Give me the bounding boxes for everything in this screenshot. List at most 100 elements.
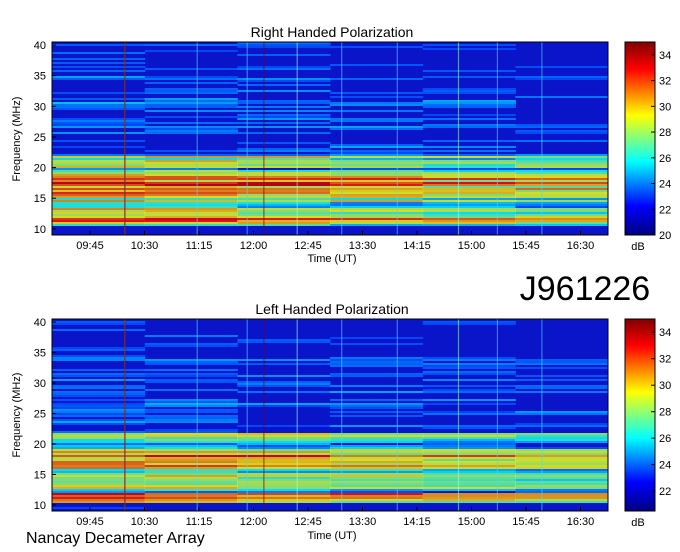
spectrogram-band	[144, 343, 238, 345]
spectrogram-band	[144, 399, 238, 401]
colorbar-tick-label: 28	[659, 127, 671, 139]
spectrogram-band	[422, 204, 516, 206]
spectrogram-band	[237, 493, 331, 495]
spectrogram-band	[144, 100, 238, 102]
spectrogram-band	[144, 90, 238, 92]
interference-line	[541, 42, 543, 235]
spectrogram-band	[237, 78, 331, 80]
spectrogram-band	[237, 391, 331, 393]
spectrogram-band	[515, 361, 609, 363]
colorbar-left	[624, 318, 656, 512]
spectrogram-band	[330, 214, 424, 216]
spectrogram-band	[422, 44, 516, 46]
spectrogram-band	[330, 210, 424, 212]
spectrogram-band	[52, 222, 146, 224]
spectrogram-band	[330, 168, 424, 170]
spectrogram-band	[330, 178, 424, 180]
spectrogram-band	[237, 453, 331, 455]
spectrogram-band	[422, 485, 516, 487]
spectrogram-band	[52, 126, 146, 128]
spectrogram-band	[515, 435, 609, 437]
spectrogram-band	[144, 150, 238, 152]
spectrogram-band	[144, 345, 238, 347]
spectrogram-band	[52, 449, 146, 451]
y-tick-label: 30	[34, 101, 46, 113]
spectrogram-band	[422, 100, 516, 102]
spectrogram-band	[237, 44, 331, 46]
spectrogram-band	[52, 214, 146, 216]
x-axis-label-right: Time (UT)	[307, 253, 356, 265]
chart-title-left: Left Handed Polarization	[255, 301, 408, 317]
spectrogram-band	[52, 164, 146, 166]
spectrogram-band	[422, 220, 516, 222]
spectrogram-band	[330, 487, 424, 489]
spectrogram-band	[52, 168, 146, 170]
spectrogram-band	[52, 411, 146, 413]
spectrogram-band	[144, 401, 238, 403]
y-tick-label: 40	[34, 317, 46, 329]
spectrogram-band	[52, 76, 146, 78]
spectrogram-band	[422, 493, 516, 495]
spectrogram-band	[52, 182, 146, 184]
colorbar-right	[624, 41, 656, 236]
spectrogram-band	[330, 373, 424, 375]
spectrogram-band	[237, 491, 331, 493]
spectrogram-band	[237, 212, 331, 214]
spectrogram-band	[515, 220, 609, 222]
spectrogram-band	[237, 80, 331, 82]
spectrogram-band	[237, 202, 331, 204]
spectrogram-band	[330, 477, 424, 479]
spectrogram-band	[330, 46, 424, 48]
spectrogram-band	[144, 208, 238, 210]
spectrogram-band	[52, 463, 146, 465]
spectrogram-band	[237, 204, 331, 206]
spectrogram-band	[330, 120, 424, 122]
spectrogram-band	[422, 70, 516, 72]
spectrogram-band	[330, 481, 424, 483]
spectrogram-band	[52, 156, 146, 158]
spectrogram-band	[237, 142, 331, 144]
spectrogram-band	[144, 160, 238, 162]
spectrogram-band	[237, 126, 331, 128]
spectrogram-band	[330, 435, 424, 437]
spectrogram-band	[144, 104, 238, 106]
spectrogram-band	[144, 216, 238, 218]
spectrogram-band	[330, 411, 424, 413]
spectrogram-band	[52, 186, 146, 188]
spectrogram-band	[422, 457, 516, 459]
x-tick-label: 13:30	[349, 240, 377, 252]
spectrogram-band	[144, 206, 238, 208]
spectrogram-band	[422, 106, 516, 108]
spectrogram-band	[237, 206, 331, 208]
spectrogram-band	[144, 431, 238, 433]
spectrogram-band	[330, 385, 424, 387]
spectrogram-band	[144, 485, 238, 487]
spectrogram-band	[515, 192, 609, 194]
spectrogram-band	[52, 162, 146, 164]
spectrogram-band	[237, 455, 331, 457]
spectrogram-band	[515, 196, 609, 198]
spectrogram-band	[52, 329, 146, 331]
spectrogram-band	[144, 477, 238, 479]
spectrogram-band	[144, 218, 238, 220]
spectrogram-band	[237, 457, 331, 459]
spectrogram-band	[330, 455, 424, 457]
spectrogram-band	[52, 419, 146, 421]
spectrogram-band	[237, 459, 331, 461]
spectrogram-band	[144, 180, 238, 182]
spectrogram-right: Right Handed Polarization 09:45 10:30 11:1…	[11, 24, 671, 265]
spectrogram-band	[330, 158, 424, 160]
spectrogram-band	[330, 463, 424, 465]
interference-line	[341, 42, 343, 235]
spectrogram-band	[515, 449, 609, 451]
spectrogram-band	[52, 483, 146, 485]
spectrogram-band	[422, 206, 516, 208]
spectrogram-band	[330, 499, 424, 501]
spectrogram-band	[515, 180, 609, 182]
spectrogram-band	[144, 447, 238, 449]
spectrogram-band	[422, 385, 516, 387]
spectrogram-band	[52, 92, 146, 94]
spectrogram-band	[144, 435, 238, 437]
spectrogram-band	[144, 50, 238, 52]
spectrogram-band	[515, 493, 609, 495]
